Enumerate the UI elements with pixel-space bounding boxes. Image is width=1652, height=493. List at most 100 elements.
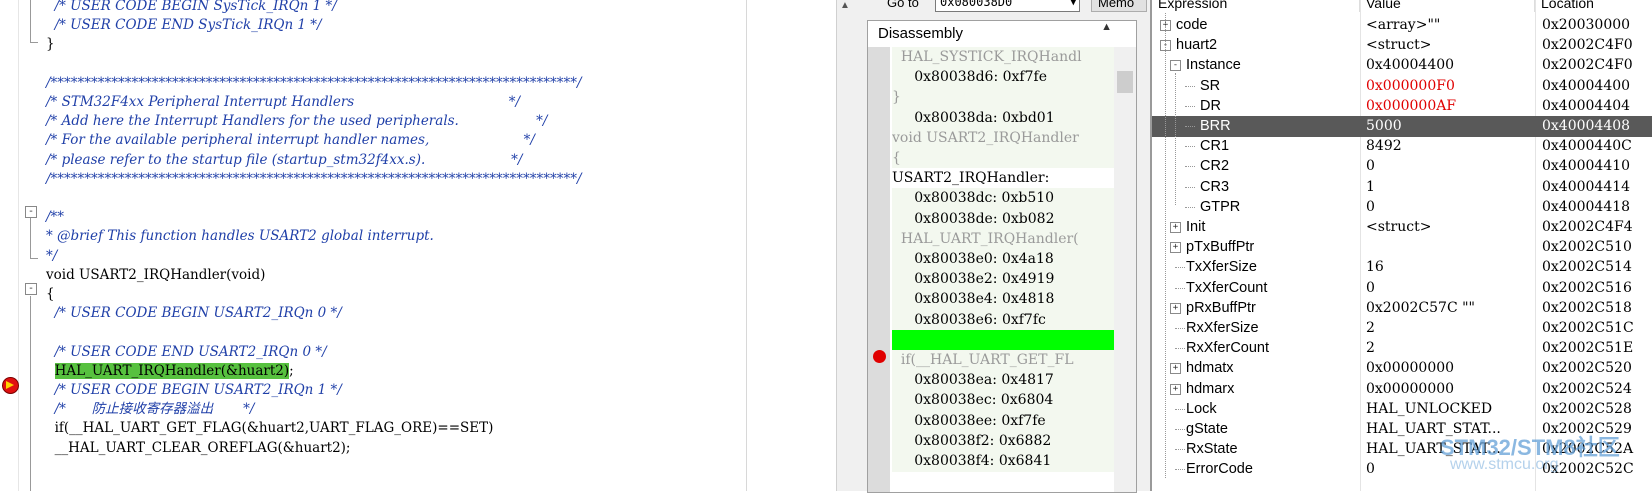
watch-value[interactable]: 0x000000AF: [1366, 96, 1456, 117]
code-editor[interactable]: /* USER CODE BEGIN SysTick_IRQn 1 */ /* …: [0, 0, 746, 491]
disassembly-line[interactable]: }: [892, 87, 1114, 109]
code-line: }: [46, 34, 55, 54]
chevron-up-icon[interactable]: ▲: [1101, 21, 1112, 33]
watch-value[interactable]: 0: [1366, 459, 1375, 480]
watch-row[interactable]: CR3 1 0x40004414: [1152, 177, 1652, 198]
tree-connector: [1185, 105, 1195, 107]
disassembly-line[interactable]: USART2_IRQHandler:: [892, 168, 1114, 190]
watch-row[interactable]: RxXferCount 2 0x2002C51E: [1152, 338, 1652, 359]
watch-row[interactable]: + code <array>"" 0x20030000: [1152, 15, 1652, 36]
disassembly-line[interactable]: 0x80038de: 0xb082: [892, 208, 1114, 230]
breakpoint-icon[interactable]: [873, 350, 886, 363]
watch-row[interactable]: DR 0x000000AF 0x40004404: [1152, 96, 1652, 117]
watch-row[interactable]: + hdmarx 0x00000000 0x2002C524: [1152, 379, 1652, 400]
watch-row[interactable]: - huart2 <struct> 0x2002C4F0: [1152, 35, 1652, 56]
disassembly-line[interactable]: 0x80038d6: 0xf7fe: [892, 67, 1114, 89]
disassembly-line[interactable]: 0x80038e0: 0x4a18: [892, 249, 1114, 270]
watch-value[interactable]: 16: [1366, 257, 1384, 278]
tree-guide: [1175, 73, 1176, 205]
fold-toggle-icon[interactable]: -: [25, 283, 37, 295]
code-text: /* Add here the Interrupt Handlers for t…: [46, 113, 548, 130]
expand-icon[interactable]: +: [1170, 222, 1181, 233]
watch-row[interactable]: ErrorCode 0 0x2002C52C: [1152, 459, 1652, 480]
watch-expression: GTPR: [1200, 198, 1241, 215]
scroll-thumb[interactable]: [1117, 71, 1133, 93]
watch-value[interactable]: 0: [1366, 278, 1375, 299]
watch-row[interactable]: CR1 8492 0x4000440C: [1152, 136, 1652, 157]
watch-value[interactable]: 0: [1366, 156, 1375, 177]
memory-button[interactable]: Memo: [1091, 0, 1147, 12]
watch-row[interactable]: CR2 0 0x40004410: [1152, 156, 1652, 177]
disassembly-listing[interactable]: HAL_SYSTICK_IRQHandl 0x80038d6: 0xf7fe} …: [868, 47, 1136, 492]
editor-scrollbar[interactable]: ▲: [836, 0, 856, 491]
watch-location: 0x40004404: [1542, 97, 1631, 114]
watch-value[interactable]: <array>"": [1366, 15, 1440, 36]
watch-value[interactable]: <struct>: [1366, 35, 1431, 56]
column-header-location[interactable]: Location: [1535, 0, 1652, 12]
watch-expression: Init: [1186, 219, 1206, 235]
fold-guide: [30, 0, 31, 42]
pane-splitter[interactable]: [746, 0, 837, 491]
watch-value[interactable]: 1: [1366, 177, 1375, 198]
expand-icon[interactable]: +: [1170, 302, 1181, 314]
breakpoint-gutter[interactable]: [0, 0, 19, 491]
watch-value[interactable]: 8492: [1366, 136, 1402, 157]
watch-value[interactable]: 0x2002C57C "": [1366, 298, 1475, 319]
fold-guide: [30, 218, 31, 258]
watch-value[interactable]: HAL_UNLOCKED: [1366, 399, 1492, 420]
scroll-up-icon[interactable]: ▲: [840, 0, 850, 11]
watch-value[interactable]: 2: [1366, 338, 1375, 359]
column-header-expression[interactable]: Expression: [1152, 0, 1360, 12]
disassembly-scrollbar[interactable]: [1114, 47, 1136, 492]
disassembly-line[interactable]: 0x80038e4: 0x4818: [892, 289, 1114, 311]
disassembly-line[interactable]: 0x80038da: 0xbd01: [892, 107, 1114, 129]
watch-expression: CR3: [1200, 178, 1230, 195]
disassembly-line[interactable]: if(__HAL_UART_GET_FL: [892, 350, 1114, 371]
watch-row[interactable]: Lock HAL_UNLOCKED 0x2002C528: [1152, 399, 1652, 420]
disassembly-line[interactable]: 0x80038ee: 0xf7fe: [892, 410, 1114, 432]
expand-icon[interactable]: +: [1170, 383, 1181, 395]
chevron-down-icon[interactable]: ▼: [1071, 0, 1076, 10]
expand-icon[interactable]: +: [1170, 363, 1181, 375]
watch-value[interactable]: 0x000000F0: [1366, 76, 1455, 97]
watch-value[interactable]: 2: [1366, 318, 1375, 339]
watch-row[interactable]: + Init <struct> 0x2002C4F4: [1152, 217, 1652, 238]
fold-toggle-icon[interactable]: -: [25, 206, 37, 218]
watch-value[interactable]: <struct>: [1366, 217, 1431, 238]
watch-row[interactable]: BRR 5000 0x40004408: [1152, 116, 1652, 137]
disassembly-line[interactable]: 0x80038f2: 0x6882: [892, 430, 1114, 452]
disassembly-line[interactable]: 0x80038dc: 0xb510: [892, 188, 1114, 210]
watch-row[interactable]: TxXferSize 16 0x2002C514: [1152, 257, 1652, 278]
expand-icon[interactable]: +: [1170, 242, 1181, 254]
fold-margin: [19, 0, 45, 491]
disassembly-breakpoint-gutter[interactable]: [868, 47, 890, 492]
disassembly-line[interactable]: {: [892, 148, 1114, 169]
disassembly-line[interactable]: 0x80038e2: 0x4919: [892, 269, 1114, 291]
watch-value[interactable]: 5000: [1366, 116, 1402, 137]
watch-value[interactable]: 0x40004400: [1366, 55, 1454, 76]
watch-row[interactable]: RxXferSize 2 0x2002C51C: [1152, 318, 1652, 339]
column-header-value[interactable]: Value: [1360, 0, 1535, 12]
collapse-icon[interactable]: -: [1170, 60, 1181, 72]
watch-value[interactable]: 0: [1366, 197, 1375, 218]
watch-row[interactable]: TxXferCount 0 0x2002C516: [1152, 278, 1652, 299]
disassembly-line[interactable]: 0x80038e6: 0xf7fc: [892, 309, 1114, 331]
current-instruction-line[interactable]: [892, 329, 1114, 351]
watch-row[interactable]: SR 0x000000F0 0x40004400: [1152, 76, 1652, 97]
disassembly-line[interactable]: HAL_SYSTICK_IRQHandl: [892, 47, 1114, 68]
goto-address-combobox[interactable]: 0x080038D0 ▼: [935, 0, 1080, 12]
disassembly-line[interactable]: 0x80038ec: 0x6804: [892, 390, 1114, 412]
disassembly-line[interactable]: 0x80038f4: 0x6841: [892, 451, 1114, 472]
watch-value[interactable]: 0x00000000: [1366, 358, 1454, 379]
disassembly-line[interactable]: 0x80038ea: 0x4817: [892, 370, 1114, 392]
watch-location: 0x40004414: [1542, 178, 1631, 195]
watch-row[interactable]: GTPR 0 0x40004418: [1152, 197, 1652, 218]
watch-row[interactable]: + pTxBuffPtr 0x2002C510: [1152, 237, 1652, 258]
watch-value[interactable]: 0x00000000: [1366, 379, 1454, 400]
watch-row[interactable]: + hdmatx 0x00000000 0x2002C520: [1152, 358, 1652, 379]
disassembly-line[interactable]: HAL_UART_IRQHandler(: [892, 228, 1114, 250]
disassembly-line[interactable]: void USART2_IRQHandler: [892, 127, 1114, 149]
code-line: /* USER CODE BEGIN USART2_IRQn 1 */: [46, 380, 342, 400]
watch-row[interactable]: - Instance 0x40004400 0x2002C4F0: [1152, 55, 1652, 76]
watch-row[interactable]: + pRxBuffPtr 0x2002C57C "" 0x2002C518: [1152, 298, 1652, 319]
